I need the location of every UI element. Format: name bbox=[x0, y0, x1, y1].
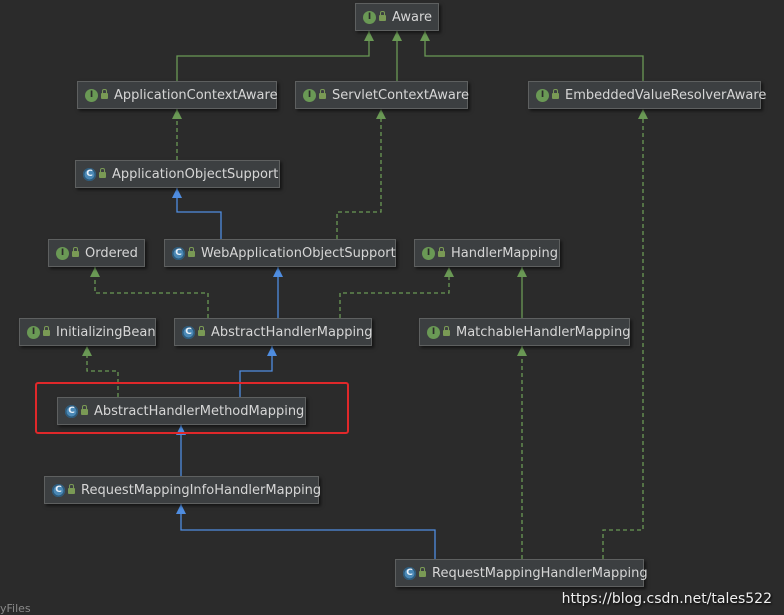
class-icon: C bbox=[172, 246, 185, 260]
node-request-mapping-handler-mapping[interactable]: C RequestMappingHandlerMapping bbox=[395, 559, 648, 587]
node-servlet-context-aware[interactable]: I ServletContextAware bbox=[295, 81, 469, 109]
interface-icon: I bbox=[536, 88, 549, 102]
corner-label: yFiles bbox=[0, 602, 31, 615]
edge-request-mapping-handler-mapping-to-matchable-handler-mapping-arrowhead bbox=[517, 346, 527, 356]
watermark: https://blog.csdn.net/tales522 bbox=[561, 591, 772, 607]
node-label: ApplicationObjectSupport bbox=[112, 166, 279, 182]
edge-application-context-aware-to-aware bbox=[176, 31, 370, 81]
node-handler-mapping[interactable]: I HandlerMapping bbox=[414, 239, 560, 267]
uml-class-diagram: I Aware I ApplicationContextAware I Serv… bbox=[0, 0, 784, 615]
edge-web-application-object-support-to-servlet-context-aware bbox=[336, 109, 382, 239]
highlight-box bbox=[35, 382, 349, 434]
lock-icon bbox=[438, 247, 445, 257]
node-label: RequestMappingInfoHandlerMapping bbox=[81, 482, 322, 498]
edge-web-application-object-support-to-application-object-support bbox=[176, 188, 222, 239]
interface-icon: I bbox=[427, 325, 440, 339]
edge-servlet-context-aware-to-aware-arrowhead bbox=[392, 31, 402, 41]
node-application-context-aware[interactable]: I ApplicationContextAware bbox=[77, 81, 278, 109]
lock-icon bbox=[68, 484, 75, 494]
edge-embedded-value-resolver-aware-to-aware-arrowhead bbox=[420, 31, 430, 41]
interface-icon: I bbox=[363, 10, 376, 24]
node-label: ServletContextAware bbox=[332, 87, 469, 103]
node-application-object-support[interactable]: C ApplicationObjectSupport bbox=[75, 160, 280, 188]
node-initializing-bean[interactable]: I InitializingBean bbox=[19, 318, 156, 346]
edge-abstract-handler-method-mapping-to-abstract-handler-mapping-arrowhead bbox=[267, 346, 277, 356]
class-icon: C bbox=[83, 167, 96, 181]
node-label: HandlerMapping bbox=[451, 245, 558, 261]
edge-abstract-handler-mapping-to-handler-mapping-arrowhead bbox=[444, 267, 454, 277]
node-aware[interactable]: I Aware bbox=[355, 3, 439, 31]
edge-abstract-handler-mapping-to-web-application-object-support-arrowhead bbox=[273, 267, 283, 277]
lock-icon bbox=[99, 168, 106, 178]
edge-request-mapping-handler-mapping-to-embedded-value-resolver-aware-arrowhead bbox=[638, 109, 648, 119]
interface-icon: I bbox=[27, 325, 40, 339]
lock-icon bbox=[319, 89, 326, 99]
class-icon: C bbox=[403, 566, 416, 580]
node-label: RequestMappingHandlerMapping bbox=[432, 565, 648, 581]
lock-icon bbox=[101, 89, 108, 99]
interface-icon: I bbox=[303, 88, 316, 102]
node-label: WebApplicationObjectSupport bbox=[201, 245, 396, 261]
node-matchable-handler-mapping[interactable]: I MatchableHandlerMapping bbox=[419, 318, 630, 346]
interface-icon: I bbox=[422, 246, 435, 260]
edge-abstract-handler-mapping-to-ordered bbox=[94, 267, 209, 318]
node-abstract-handler-mapping[interactable]: C AbstractHandlerMapping bbox=[174, 318, 373, 346]
lock-icon bbox=[443, 326, 450, 336]
interface-icon: I bbox=[85, 88, 98, 102]
node-label: Ordered bbox=[85, 245, 138, 261]
edge-application-object-support-to-application-context-aware-arrowhead bbox=[172, 109, 182, 119]
edge-web-application-object-support-to-application-object-support-arrowhead bbox=[172, 188, 182, 198]
node-label: EmbeddedValueResolverAware bbox=[565, 87, 767, 103]
class-icon: C bbox=[52, 483, 65, 497]
node-label: Aware bbox=[392, 9, 433, 25]
edge-embedded-value-resolver-aware-to-aware bbox=[424, 31, 644, 81]
node-ordered[interactable]: I Ordered bbox=[48, 239, 145, 267]
node-embedded-value-resolver-aware[interactable]: I EmbeddedValueResolverAware bbox=[528, 81, 766, 109]
lock-icon bbox=[419, 567, 426, 577]
node-web-application-object-support[interactable]: C WebApplicationObjectSupport bbox=[164, 239, 396, 267]
lock-icon bbox=[188, 247, 195, 257]
class-icon: C bbox=[182, 325, 195, 339]
lock-icon bbox=[43, 326, 50, 336]
edge-matchable-handler-mapping-to-handler-mapping-arrowhead bbox=[517, 267, 527, 277]
edge-web-application-object-support-to-servlet-context-aware-arrowhead bbox=[376, 109, 386, 119]
node-label: ApplicationContextAware bbox=[114, 87, 278, 103]
lock-icon bbox=[72, 247, 79, 257]
lock-icon bbox=[552, 89, 559, 99]
interface-icon: I bbox=[56, 246, 69, 260]
node-label: MatchableHandlerMapping bbox=[456, 324, 631, 340]
edge-request-mapping-handler-mapping-to-request-mapping-info-handler-mapping-arrowhead bbox=[176, 504, 186, 514]
edge-request-mapping-handler-mapping-to-request-mapping-info-handler-mapping bbox=[180, 504, 436, 559]
edge-abstract-handler-mapping-to-handler-mapping bbox=[339, 267, 450, 318]
lock-icon bbox=[198, 326, 205, 336]
node-label: AbstractHandlerMapping bbox=[211, 324, 373, 340]
lock-icon bbox=[379, 11, 386, 21]
edge-application-context-aware-to-aware-arrowhead bbox=[364, 31, 374, 41]
edge-abstract-handler-mapping-to-ordered-arrowhead bbox=[90, 267, 100, 277]
node-label: InitializingBean bbox=[56, 324, 156, 340]
node-request-mapping-info-handler-mapping[interactable]: C RequestMappingInfoHandlerMapping bbox=[44, 476, 322, 504]
edge-abstract-handler-method-mapping-to-initializing-bean-arrowhead bbox=[82, 346, 92, 356]
